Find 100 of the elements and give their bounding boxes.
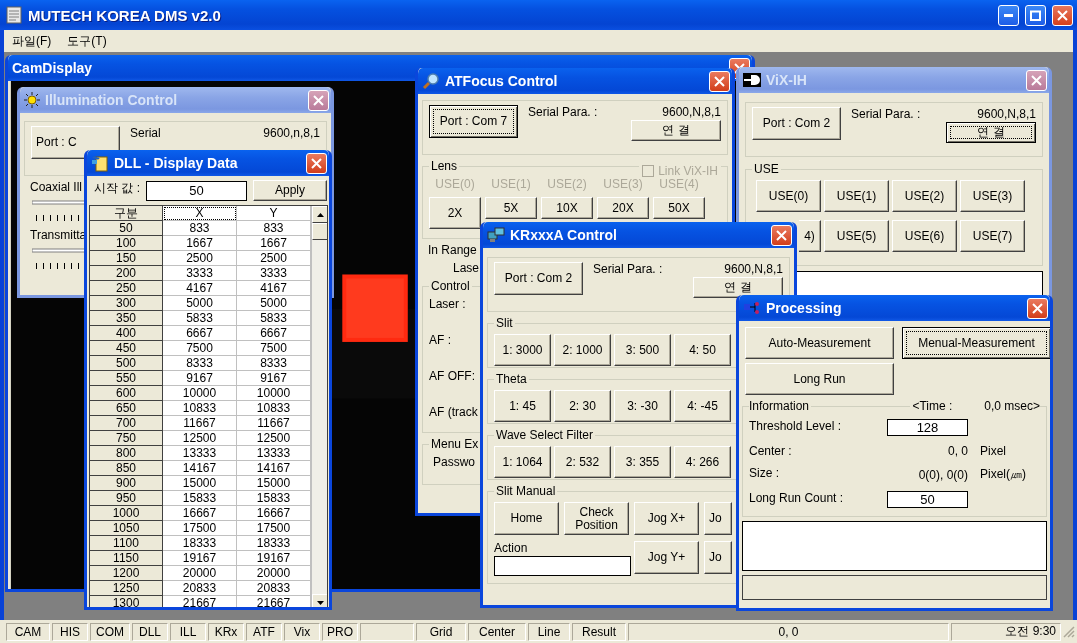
check-position-button[interactable]: Check Position — [564, 502, 629, 535]
row-header: 700 — [90, 416, 163, 431]
preset-button[interactable]: 2: 532 — [554, 446, 611, 478]
minimize-icon — [1004, 13, 1013, 17]
scroll-down-button[interactable] — [312, 594, 327, 607]
use-button[interactable]: USE(6) — [892, 220, 957, 252]
preset-button[interactable]: 2: 1000 — [554, 334, 611, 366]
port-button[interactable]: Port : Com 7 — [429, 105, 518, 138]
unit-label: Pixel(㎛) — [980, 466, 1027, 483]
maximize-button[interactable] — [1025, 4, 1046, 26]
window-title: Processing — [766, 300, 843, 316]
status-panel: Result — [572, 622, 626, 641]
group-label: Information — [749, 399, 810, 413]
table-cell: 20833 — [163, 581, 237, 596]
apply-button[interactable]: Apply — [253, 180, 327, 201]
connect-button[interactable]: 연 결 — [631, 120, 721, 141]
group-label: Theta — [495, 372, 528, 386]
use-button[interactable]: USE(2) — [892, 180, 957, 212]
port-button[interactable]: Port : Com 2 — [752, 107, 841, 140]
table-cell: 8333 — [163, 356, 237, 371]
preset-button[interactable]: 3: 355 — [614, 446, 671, 478]
preset-button[interactable]: 4: 266 — [674, 446, 731, 478]
measurement-button[interactable]: Auto-Measurement — [745, 327, 894, 359]
table-cell: 8333 — [237, 356, 311, 371]
table-cell: 13333 — [163, 446, 237, 461]
preset-button[interactable]: 1: 45 — [494, 390, 551, 422]
table-cell: 833 — [163, 221, 237, 236]
use-button[interactable]: USE(5) — [824, 220, 889, 252]
row-header: 500 — [90, 356, 163, 371]
table-cell: 10833 — [237, 401, 311, 416]
row-header: 1000 — [90, 506, 163, 521]
table-cell: 14167 — [237, 461, 311, 476]
measurement-button[interactable]: Menual-Measurement — [902, 327, 1050, 359]
control-label: AF OFF: — [429, 369, 475, 383]
jog-button[interactable]: Jo — [704, 541, 732, 574]
long-run-count-field[interactable]: 50 — [887, 491, 968, 508]
connect-button[interactable]: 연 결 — [946, 122, 1036, 143]
row-header: 50 — [90, 221, 163, 236]
table-cell: 1667 — [163, 236, 237, 251]
center-value: 0, 0 — [947, 444, 968, 458]
use-button[interactable]: 4) — [799, 220, 821, 252]
table-cell: 19167 — [237, 551, 311, 566]
jog-button[interactable]: Jo — [704, 502, 732, 535]
menu-item[interactable]: 파일(F) — [6, 32, 58, 50]
magnifier-icon — [422, 72, 440, 90]
preset-button[interactable]: 1: 3000 — [494, 334, 551, 366]
start-value-field[interactable]: 50 — [146, 180, 247, 201]
use-button[interactable]: USE(0) — [756, 180, 821, 212]
jog-button[interactable]: Jog X+ — [634, 502, 699, 535]
serial-value: 9600,n,8,1 — [263, 126, 320, 140]
table-cell: 15000 — [237, 476, 311, 491]
action-field[interactable] — [494, 556, 631, 576]
preset-button[interactable]: 3: 500 — [614, 334, 671, 366]
scroll-thumb[interactable] — [312, 223, 327, 240]
jog-button[interactable]: Jog Y+ — [634, 541, 699, 574]
laser-label: Lase — [452, 261, 480, 275]
table-cell: 10000 — [163, 386, 237, 401]
scroll-up-button[interactable] — [312, 206, 327, 223]
preset-button[interactable]: 2: 30 — [554, 390, 611, 422]
table-cell: 15000 — [163, 476, 237, 491]
minimize-button[interactable] — [998, 4, 1019, 26]
table-cell: 16667 — [237, 506, 311, 521]
row-header: 350 — [90, 311, 163, 326]
table-cell: 4167 — [237, 281, 311, 296]
unit-label: Pixel — [980, 444, 1007, 458]
table-cell: 16667 — [163, 506, 237, 521]
action-label: Action — [494, 541, 528, 555]
table-cell: 9167 — [163, 371, 237, 386]
row-header: 650 — [90, 401, 163, 416]
status-panel: ILL — [170, 622, 206, 641]
group-label: Control — [430, 279, 471, 293]
port-button[interactable]: Port : Com 2 — [494, 262, 583, 295]
table-cell: 5000 — [163, 296, 237, 311]
preset-button[interactable]: 4: -45 — [674, 390, 731, 422]
time-value: 0,0 msec> — [984, 399, 1040, 413]
use-button[interactable]: USE(7) — [960, 220, 1025, 252]
serial-label: Serial Para. : — [851, 107, 921, 121]
in-range-label: In Range — [427, 243, 477, 257]
status-panel: PRO — [322, 622, 358, 641]
serial-label: Serial Para. : — [593, 262, 663, 276]
preset-button[interactable]: 4: 50 — [674, 334, 731, 366]
preset-button[interactable]: 1: 1064 — [494, 446, 551, 478]
home-button[interactable]: Home — [494, 502, 559, 535]
row-header: 450 — [90, 341, 163, 356]
coaxial-label: Coaxial Ill — [29, 180, 83, 194]
connect-button[interactable]: 연 결 — [693, 277, 783, 298]
use-label: USE(0) — [434, 177, 476, 191]
measurement-button[interactable]: Long Run — [745, 363, 894, 395]
use-button[interactable]: USE(1) — [824, 180, 889, 212]
long-run-count-label: Long Run Count : — [749, 491, 845, 505]
row-header: 900 — [90, 476, 163, 491]
table-cell: 20833 — [237, 581, 311, 596]
threshold-field[interactable]: 128 — [887, 419, 968, 436]
use-button[interactable]: USE(3) — [960, 180, 1025, 212]
row-header: 800 — [90, 446, 163, 461]
menu-item[interactable]: 도구(T) — [61, 32, 113, 50]
table-cell: 10000 — [237, 386, 311, 401]
table-cell: 19167 — [163, 551, 237, 566]
row-header: 250 — [90, 281, 163, 296]
preset-button[interactable]: 3: -30 — [614, 390, 671, 422]
